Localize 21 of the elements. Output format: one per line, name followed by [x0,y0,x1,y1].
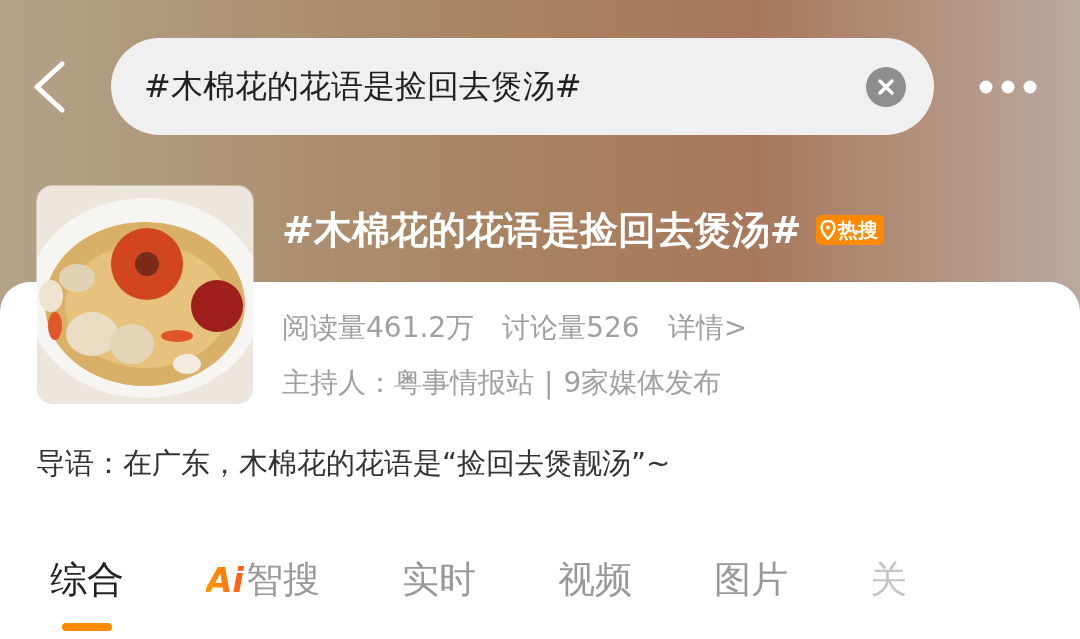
clear-icon[interactable] [866,66,906,107]
stat-text: 阅读量461.2万 [282,310,475,346]
selected-indicator [62,622,112,631]
host-text: 主持人：粤事情报站 [282,365,534,401]
media-count: 9家媒体发布 [563,365,722,401]
tab[interactable]: 视频 [557,521,632,639]
back-icon[interactable] [32,60,66,113]
tab[interactable]: 综合 [50,521,124,639]
hot-search-badge: 热搜 [815,215,884,245]
separator: | [544,366,554,400]
tab[interactable]: 实时 [401,521,476,639]
tab[interactable]: 图片 [713,521,788,639]
more-icon[interactable] [979,79,1037,94]
search-value: #木棉花的花语是捡回去煲汤# [144,65,583,107]
tab[interactable]: 关 [869,521,907,639]
stat-text: 讨论量526 [502,310,640,346]
search-field[interactable]: #木棉花的花语是捡回去煲汤# [111,38,934,135]
topic-title: #木棉花的花语是捡回去煲汤# [282,206,802,254]
intro-text: 导语：在广东，木棉花的花语是“捡回去煲靓汤”~ [35,445,672,482]
details-link[interactable]: 详情> [667,309,748,347]
tab[interactable]: Ai智搜 [206,521,320,639]
